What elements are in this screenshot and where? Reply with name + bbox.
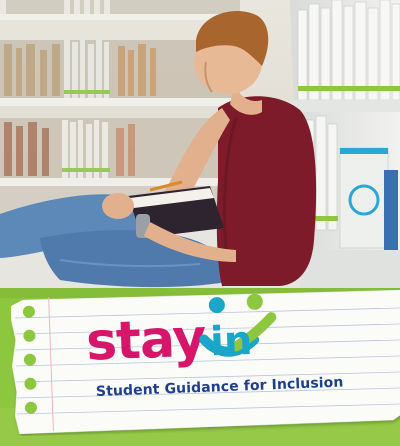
- stayin-logo: stay in: [86, 294, 277, 373]
- library-student-photo: [0, 0, 400, 288]
- logo-wordmark-in: in: [209, 318, 253, 365]
- logo-wordmark-stay: stay: [86, 309, 206, 373]
- stayin-banner: stay in Student Guidance for Inclusion: [0, 0, 400, 446]
